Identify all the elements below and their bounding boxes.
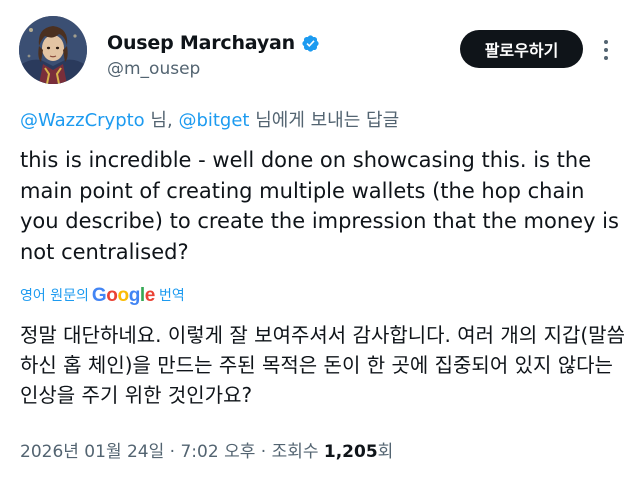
views-label: 조회수 [271,442,324,462]
tweet-card: Ousep Marchayan @m_ousep 팔로우하기 @WazzCryp… [0,0,640,480]
dot [604,48,608,52]
author-display-name[interactable]: Ousep Marchayan [107,31,295,55]
tweet-time[interactable]: 7:02 오후 [180,442,255,462]
avatar[interactable] [19,16,87,84]
replying-to-line: @WazzCrypto 님, @bitget 님에게 보내는 답글 [20,109,399,133]
translated-tweet-text: 정말 대단하네요. 이렇게 잘 보여주셔서 감사합니다. 여러 개의 지갑(말씀… [20,323,625,407]
reply-suffix: 님에게 보내는 답글 [249,110,400,131]
meta-separator: · [260,442,272,462]
google-logo: Google [91,285,156,306]
dot [604,40,608,44]
avatar-illustration [19,16,87,84]
follow-button[interactable]: 팔로우하기 [460,30,583,68]
translate-suffix: 번역 [158,288,185,304]
more-options-icon[interactable] [597,38,615,62]
tweet-text: this is incredible - well done on showca… [20,148,619,264]
translate-link[interactable]: 영어 원문의 Google 번역 [20,286,185,306]
translate-prefix: 영어 원문의 [20,288,89,304]
meta-separator: · [169,442,181,462]
mention-link[interactable]: @bitget [178,110,249,131]
mention-link[interactable]: @WazzCrypto [20,110,145,131]
reply-separator: 님, [144,110,179,131]
views-unit: 회 [377,442,394,462]
tweet-meta: 2026년 01월 24일 · 7:02 오후 · 조회수 1,205회 [20,440,393,464]
views-count: 1,205 [323,442,378,462]
author-handle[interactable]: @m_ousep [107,58,200,80]
author-name-row: Ousep Marchayan [107,31,320,55]
tweet-date[interactable]: 2026년 01월 24일 [20,442,164,462]
dot [604,56,608,60]
verified-badge-icon[interactable] [301,34,320,53]
